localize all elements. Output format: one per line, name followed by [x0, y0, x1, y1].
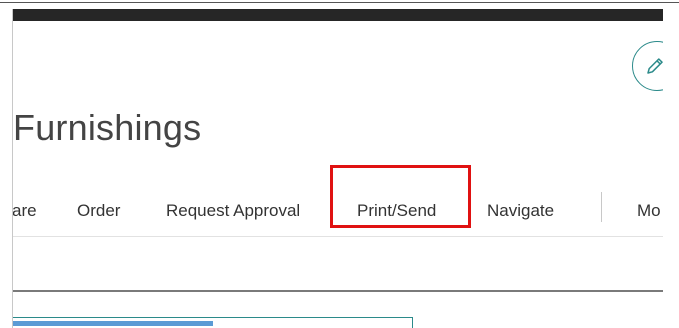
action-order[interactable]: Order: [77, 201, 120, 221]
action-request-approval[interactable]: Request Approval: [166, 201, 300, 221]
action-share[interactable]: are: [13, 201, 37, 221]
action-more[interactable]: Mo: [637, 201, 661, 221]
page-title: Furnishings: [13, 107, 202, 148]
screenshot-top-line: [0, 2, 679, 3]
top-bar: [13, 9, 663, 21]
pencil-icon: [647, 58, 663, 74]
action-separator: [601, 192, 602, 222]
highlight-annotation-box: [330, 165, 471, 228]
content-panel: [13, 317, 413, 328]
section-divider: [13, 290, 663, 292]
panel-highlight-bar: [13, 321, 213, 326]
action-bar-divider: [13, 236, 663, 237]
edit-button[interactable]: [632, 41, 663, 91]
action-navigate[interactable]: Navigate: [487, 201, 554, 221]
